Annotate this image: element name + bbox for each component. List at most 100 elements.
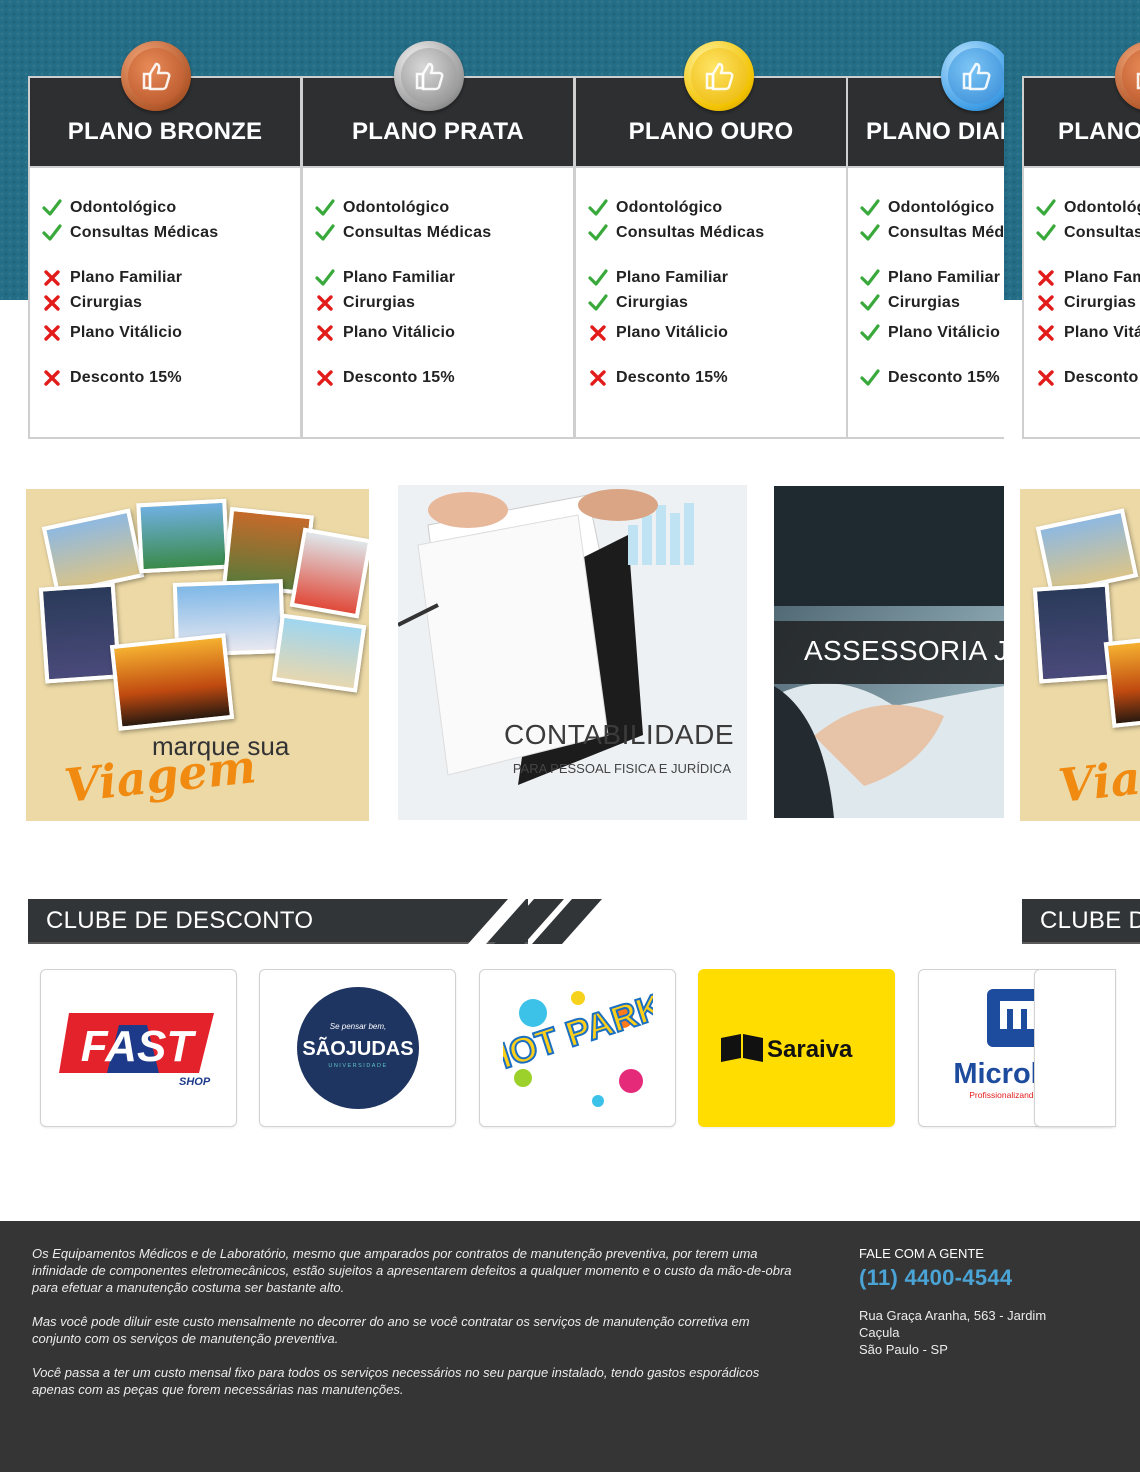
contact-phone[interactable]: (11) 4400-4544	[859, 1265, 1012, 1291]
plan-feature-row: Plano Familiar	[860, 268, 1000, 288]
plan-feature-label: Consultas Médicas	[616, 224, 765, 241]
plan-feature-label: Consultas Médicas	[343, 224, 492, 241]
plan-feature-row: Cirurgias	[1036, 293, 1136, 313]
plan-feature-row: Plano Vitálicio	[42, 323, 182, 343]
check-icon	[42, 223, 62, 243]
check-icon	[588, 268, 608, 288]
gold-thumbs-up-medal-icon	[684, 41, 754, 111]
plan-feature-row: Consultas Médicas	[315, 223, 491, 243]
plan-feature-row: Desconto 15%	[315, 368, 455, 388]
plan-title: PLANO PRATA	[352, 118, 524, 145]
plan-feature-row: Plano Familiar	[315, 268, 455, 288]
plan-feature-row: Consultas Médicas	[860, 223, 1004, 243]
plan-feature-label: Consultas Médicas	[70, 224, 219, 241]
plan-feature-row: Consultas Médicas	[42, 223, 218, 243]
viagem-line2: Viagem	[61, 739, 259, 813]
plan-feature-label: Odontológico	[70, 199, 177, 216]
photo-beach	[271, 613, 367, 693]
check-icon	[1036, 223, 1056, 243]
plan-feature-label: Consultas Médicas	[1064, 224, 1140, 241]
clube-header-peek: CLUBE DE DESCONTO	[1022, 899, 1140, 944]
plan-feature-label: Desconto 15%	[1064, 369, 1140, 386]
check-icon	[42, 198, 62, 218]
plan-card-diamante[interactable]: PLANO DIAMANTE Odontológico Consultas Méd…	[846, 76, 1004, 439]
cross-icon	[315, 293, 335, 313]
plan-feature-row: Desconto 15%	[42, 368, 182, 388]
footer-about: Os Equipamentos Médicos e de Laboratório…	[32, 1245, 792, 1415]
footer-paragraph: Os Equipamentos Médicos e de Laboratório…	[32, 1246, 792, 1295]
plan-feature-label: Odontológico	[888, 199, 995, 216]
clube-title: CLUBE DE DESCONTO	[46, 907, 314, 934]
plan-feature-row: Odontológico	[315, 198, 449, 218]
plan-feature-row: Plano Familiar	[1036, 268, 1140, 288]
contabilidade-subtitle: PARA PESSOAL FISICA E JURÍDICA	[512, 761, 731, 776]
plan-feature-row: Odontológico	[42, 198, 176, 218]
plan-feature-label: Cirurgias	[1064, 294, 1137, 311]
plan-feature-label: Cirurgias	[888, 294, 961, 311]
plan-feature-label: Desconto 15%	[70, 369, 182, 386]
cross-icon	[315, 368, 335, 388]
sao-judas-top: Se pensar bem,	[329, 1022, 385, 1031]
plan-title: PLANO BRONZE	[67, 118, 263, 145]
plan-feature-label: Plano Vitálicio	[343, 324, 456, 341]
cross-icon	[1036, 293, 1056, 313]
banner-assessoria[interactable]: ASSESSORIA JURÍDICA	[774, 486, 1004, 818]
plan-card-prata[interactable]: PLANO PRATA Odontológico Consultas Médica…	[301, 76, 575, 439]
saraiva-text: Saraiva	[767, 1036, 853, 1063]
photo-taj-mahal	[1035, 508, 1139, 596]
plan-card-ouro[interactable]: PLANO OURO Odontológico Consultas Médicas…	[574, 76, 848, 439]
plans-carousel-next: PLANO BRONZE Odontológico Consultas Médic…	[1022, 40, 1140, 440]
address-line: São Paulo - SP	[859, 1342, 948, 1357]
plan-feature-label: Cirurgias	[70, 294, 143, 311]
check-icon	[588, 223, 608, 243]
plan-feature-row: Plano Vitálicio	[860, 323, 1000, 343]
plan-feature-label: Cirurgias	[616, 294, 689, 311]
plan-feature-row: Cirurgias	[42, 293, 142, 313]
plans-carousel: PLANO BRONZE Odontológico Consultas Médic…	[28, 40, 1004, 440]
partner-sao-judas[interactable]: Se pensar bem, SÃOJUDAS UNIVERSIDADE	[259, 969, 456, 1127]
banner-viagem-peek[interactable]: Viagem	[1020, 489, 1140, 821]
plan-card-bronze-peek[interactable]: PLANO BRONZE Odontológico Consultas Médic…	[1022, 76, 1140, 439]
photo-resort	[136, 498, 230, 574]
bronze-thumbs-up-medal-icon	[121, 41, 191, 111]
cross-icon	[42, 268, 62, 288]
photo-passport	[1032, 582, 1116, 684]
plan-feature-row: Odontológico	[860, 198, 994, 218]
partner-saraiva[interactable]: Saraiva	[698, 969, 895, 1127]
plan-feature-label: Plano Vitálicio	[1064, 324, 1140, 341]
plan-feature-row: Plano Vitálicio	[1036, 323, 1140, 343]
photo-woman	[289, 527, 369, 619]
plan-title: PLANO BRONZE	[1058, 118, 1140, 145]
cross-icon	[42, 323, 62, 343]
plan-feature-label: Odontológico	[343, 199, 450, 216]
fast-shop-logo: FAST SHOP	[58, 1013, 214, 1088]
plan-feature-label: Plano Familiar	[888, 269, 1001, 286]
cross-icon	[588, 323, 608, 343]
plan-card-bronze[interactable]: PLANO BRONZE Odontológico Consultas Médic…	[28, 76, 302, 439]
plan-title: PLANO DIAMANTE	[866, 118, 1004, 145]
silver-thumbs-up-medal-icon	[394, 41, 464, 111]
check-icon	[860, 198, 880, 218]
plan-feature-row: Cirurgias	[860, 293, 960, 313]
plan-feature-label: Plano Familiar	[343, 269, 456, 286]
banner-contabilidade[interactable]: CONTABILIDADE PARA PESSOAL FISICA E JURÍ…	[398, 485, 747, 820]
check-icon	[1036, 198, 1056, 218]
partner-hot-park[interactable]: HOT PARK	[479, 969, 676, 1127]
plan-feature-row: Desconto 15%	[860, 368, 1000, 388]
plan-feature-label: Desconto 15%	[888, 369, 1000, 386]
sao-judas-sub: UNIVERSIDADE	[328, 1063, 387, 1069]
plan-feature-row: Odontológico	[588, 198, 722, 218]
sao-judas-logo: Se pensar bem, SÃOJUDAS UNIVERSIDADE	[296, 987, 419, 1109]
diamond-thumbs-up-medal-icon	[941, 41, 1004, 111]
banner-viagem[interactable]: marque sua Viagem	[26, 489, 369, 821]
photo-taj-mahal	[41, 508, 145, 596]
partner-fast-shop[interactable]: FAST SHOP	[40, 969, 237, 1127]
fast-text: FAST	[80, 1022, 196, 1071]
partner-peek[interactable]	[1034, 969, 1116, 1127]
check-icon	[588, 293, 608, 313]
cross-icon	[42, 368, 62, 388]
check-icon	[860, 368, 880, 388]
plan-feature-label: Plano Vitálicio	[70, 324, 183, 341]
plan-feature-row: Odontológico	[1036, 198, 1140, 218]
plan-feature-label: Plano Familiar	[1064, 269, 1140, 286]
